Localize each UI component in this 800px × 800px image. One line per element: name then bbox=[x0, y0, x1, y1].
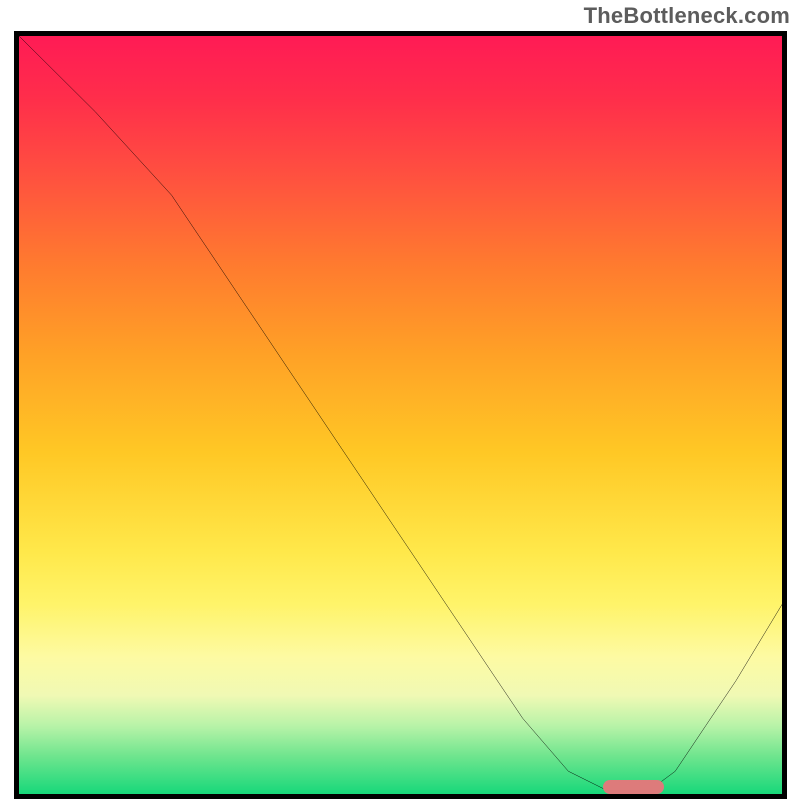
watermark-text: TheBottleneck.com bbox=[584, 3, 790, 29]
optimal-range-marker bbox=[603, 780, 664, 794]
plot-frame bbox=[14, 31, 787, 799]
chart-container: TheBottleneck.com bbox=[0, 0, 800, 800]
curve-path bbox=[19, 36, 782, 794]
bottleneck-curve bbox=[19, 36, 782, 794]
